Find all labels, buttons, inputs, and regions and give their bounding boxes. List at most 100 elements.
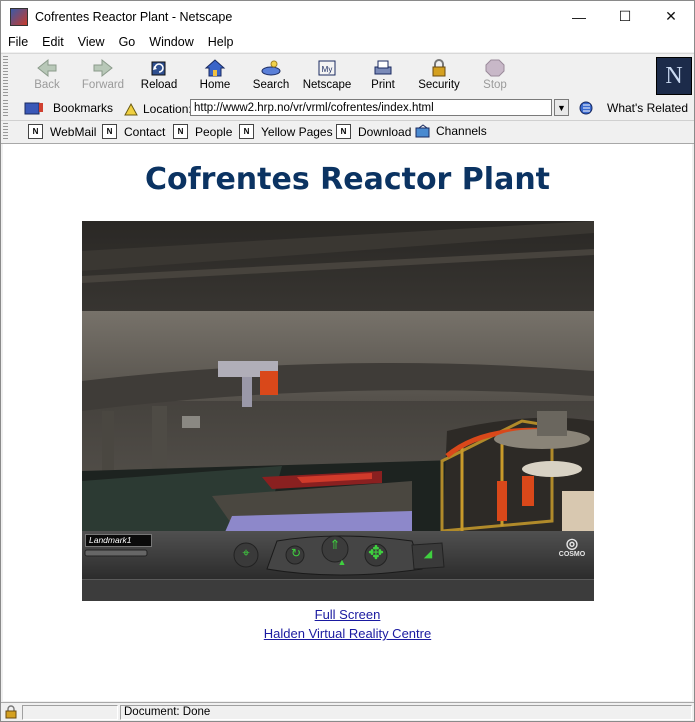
personal-link-yellow-pages[interactable]: N Yellow Pages xyxy=(239,124,333,139)
cosmo-brand-text: COSMO xyxy=(558,551,586,558)
reload-icon xyxy=(151,61,166,76)
search-icon xyxy=(261,60,281,76)
lock-icon xyxy=(432,59,446,77)
bookmarks-label: Bookmarks xyxy=(53,101,114,115)
reactor-scene-image[interactable] xyxy=(82,221,594,539)
home-icon xyxy=(204,59,226,77)
home-label: Home xyxy=(199,79,231,91)
bookmark-n-icon: N xyxy=(102,124,117,139)
progress-cell xyxy=(22,705,118,720)
menu-window[interactable]: Window xyxy=(142,35,200,49)
menu-go[interactable]: Go xyxy=(112,35,143,49)
menu-view[interactable]: View xyxy=(71,35,112,49)
vrml-control-bar: Landmark1 ⌖ ↻ ⇑ ▲ ✥ ◢ ◎ COSMO xyxy=(82,531,594,579)
status-bar: Document: Done xyxy=(1,702,694,721)
page-proxy-icon[interactable] xyxy=(122,101,140,117)
menu-bar: File Edit View Go Window Help xyxy=(1,32,694,52)
netscape-logo[interactable]: N xyxy=(656,57,692,95)
bookmark-n-icon: N xyxy=(28,124,43,139)
status-text: Document: Done xyxy=(120,705,692,720)
webmail-label: WebMail xyxy=(50,124,97,139)
home-button[interactable]: Home xyxy=(187,56,243,96)
pan-icon[interactable]: ✥ xyxy=(365,543,387,565)
personal-link-channels[interactable]: Channels xyxy=(415,124,487,138)
location-toolbar: Bookmarks Location: http://www2.hrp.no/v… xyxy=(1,98,694,121)
seek-icon[interactable]: ⌖ xyxy=(238,545,254,561)
menu-help[interactable]: Help xyxy=(201,35,241,49)
personal-grip[interactable] xyxy=(3,123,8,141)
page-title: Cofrentes Reactor Plant xyxy=(144,162,551,197)
back-label: Back xyxy=(34,79,60,91)
bookmark-n-icon: N xyxy=(173,124,188,139)
yellow-pages-label: Yellow Pages xyxy=(261,124,333,139)
search-label: Search xyxy=(252,79,290,91)
channels-label: Channels xyxy=(436,124,487,138)
vrml-viewer[interactable]: Landmark1 ⌖ ↻ ⇑ ▲ ✥ ◢ ◎ COSMO xyxy=(82,221,594,601)
location-label-group: Location: xyxy=(122,101,192,117)
netscape-app-icon[interactable] xyxy=(10,7,28,26)
back-button[interactable]: Back xyxy=(19,56,75,96)
cosmo-swirl-icon: ◎ xyxy=(565,535,579,551)
printer-icon xyxy=(374,60,392,75)
search-button[interactable]: Search xyxy=(243,56,299,96)
bookmarks-button[interactable]: Bookmarks xyxy=(23,100,113,116)
stop-button[interactable]: Stop xyxy=(467,56,523,96)
personal-link-people[interactable]: N People xyxy=(173,124,232,139)
halden-vr-centre-link[interactable]: Halden Virtual Reality Centre xyxy=(264,626,431,641)
viewpoint-icon[interactable]: ◢ xyxy=(420,546,436,562)
page-content: Cofrentes Reactor Plant Landmark1 ⌖ ↻ ⇑ … xyxy=(3,144,692,701)
full-screen-link[interactable]: Full Screen xyxy=(315,607,381,622)
personal-link-download[interactable]: N Download xyxy=(336,124,411,139)
people-label: People xyxy=(195,124,233,139)
my-netscape-icon: My xyxy=(318,60,336,76)
stop-icon xyxy=(485,59,505,77)
tilt-icon[interactable]: ↻ xyxy=(288,545,304,561)
personal-link-webmail[interactable]: N WebMail xyxy=(28,124,96,139)
forward-label: Forward xyxy=(81,79,125,91)
netscape-label: Netscape xyxy=(302,79,352,91)
close-button[interactable]: ✕ xyxy=(648,1,694,32)
personal-link-contact[interactable]: N Contact xyxy=(102,124,165,139)
up-arrow-icon[interactable]: ▲ xyxy=(335,555,349,569)
title-bar: Cofrentes Reactor Plant - Netscape — ☐ ✕ xyxy=(1,1,694,32)
security-lock-icon[interactable] xyxy=(4,705,18,719)
location-input[interactable]: http://www2.hrp.no/vr/vrml/cofrentes/ind… xyxy=(190,99,552,116)
browser-window: Cofrentes Reactor Plant - Netscape — ☐ ✕… xyxy=(0,0,695,722)
back-arrow-icon xyxy=(37,58,57,78)
channels-icon xyxy=(415,124,430,138)
links-block-2: Halden Virtual Reality Centre xyxy=(3,626,692,641)
links-block: Full Screen xyxy=(3,607,692,622)
forward-button[interactable]: Forward xyxy=(75,56,131,96)
whats-related-button[interactable]: What's Related xyxy=(577,100,688,116)
navigation-toolbar: Back Forward Reload Home Search My Netsc… xyxy=(1,53,694,99)
bookmark-n-icon: N xyxy=(336,124,351,139)
personal-toolbar: N WebMail N Contact N People N Yellow Pa… xyxy=(1,121,694,144)
svg-text:My: My xyxy=(322,65,333,74)
forward-arrow-icon xyxy=(93,58,113,78)
contact-label: Contact xyxy=(124,124,166,139)
whats-related-icon xyxy=(579,101,593,115)
maximize-button[interactable]: ☐ xyxy=(602,1,648,32)
security-button[interactable]: Security xyxy=(411,56,467,96)
window-title: Cofrentes Reactor Plant - Netscape xyxy=(35,9,233,24)
viewer-status-strip xyxy=(82,579,594,601)
location-dropdown[interactable]: ▼ xyxy=(554,99,569,116)
netscape-button[interactable]: My Netscape xyxy=(299,56,355,96)
bookmarks-icon xyxy=(24,102,43,115)
location-label: Location: xyxy=(143,102,192,116)
download-label: Download xyxy=(358,124,412,139)
toolbar-grip[interactable] xyxy=(3,56,8,96)
security-label: Security xyxy=(418,79,460,91)
whats-related-label: What's Related xyxy=(607,101,688,115)
minimize-button[interactable]: — xyxy=(556,1,602,32)
cosmo-logo: ◎ COSMO xyxy=(552,535,592,565)
reload-button[interactable]: Reload xyxy=(131,56,187,96)
go-forward-icon[interactable]: ⇑ xyxy=(327,537,343,553)
print-label: Print xyxy=(371,79,395,91)
menu-edit[interactable]: Edit xyxy=(35,35,71,49)
stop-label: Stop xyxy=(483,79,507,91)
print-button[interactable]: Print xyxy=(355,56,411,96)
bookmark-n-icon: N xyxy=(239,124,254,139)
menu-file[interactable]: File xyxy=(1,35,35,49)
location-grip[interactable] xyxy=(3,100,8,118)
